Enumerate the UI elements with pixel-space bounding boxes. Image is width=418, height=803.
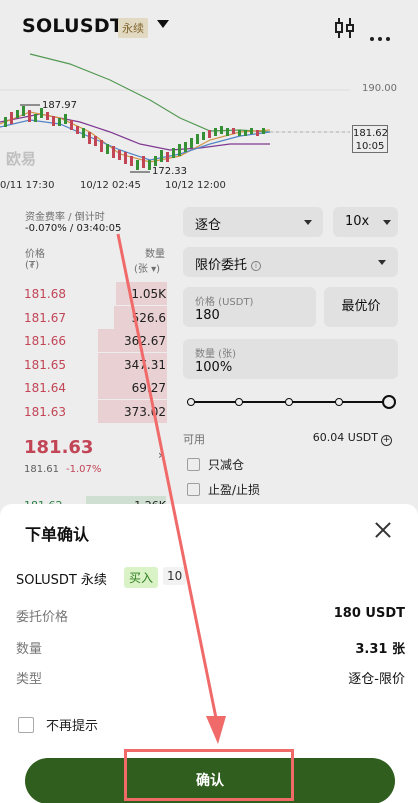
confirm-highlight-box [124, 749, 294, 801]
annotation-arrow [116, 233, 226, 744]
